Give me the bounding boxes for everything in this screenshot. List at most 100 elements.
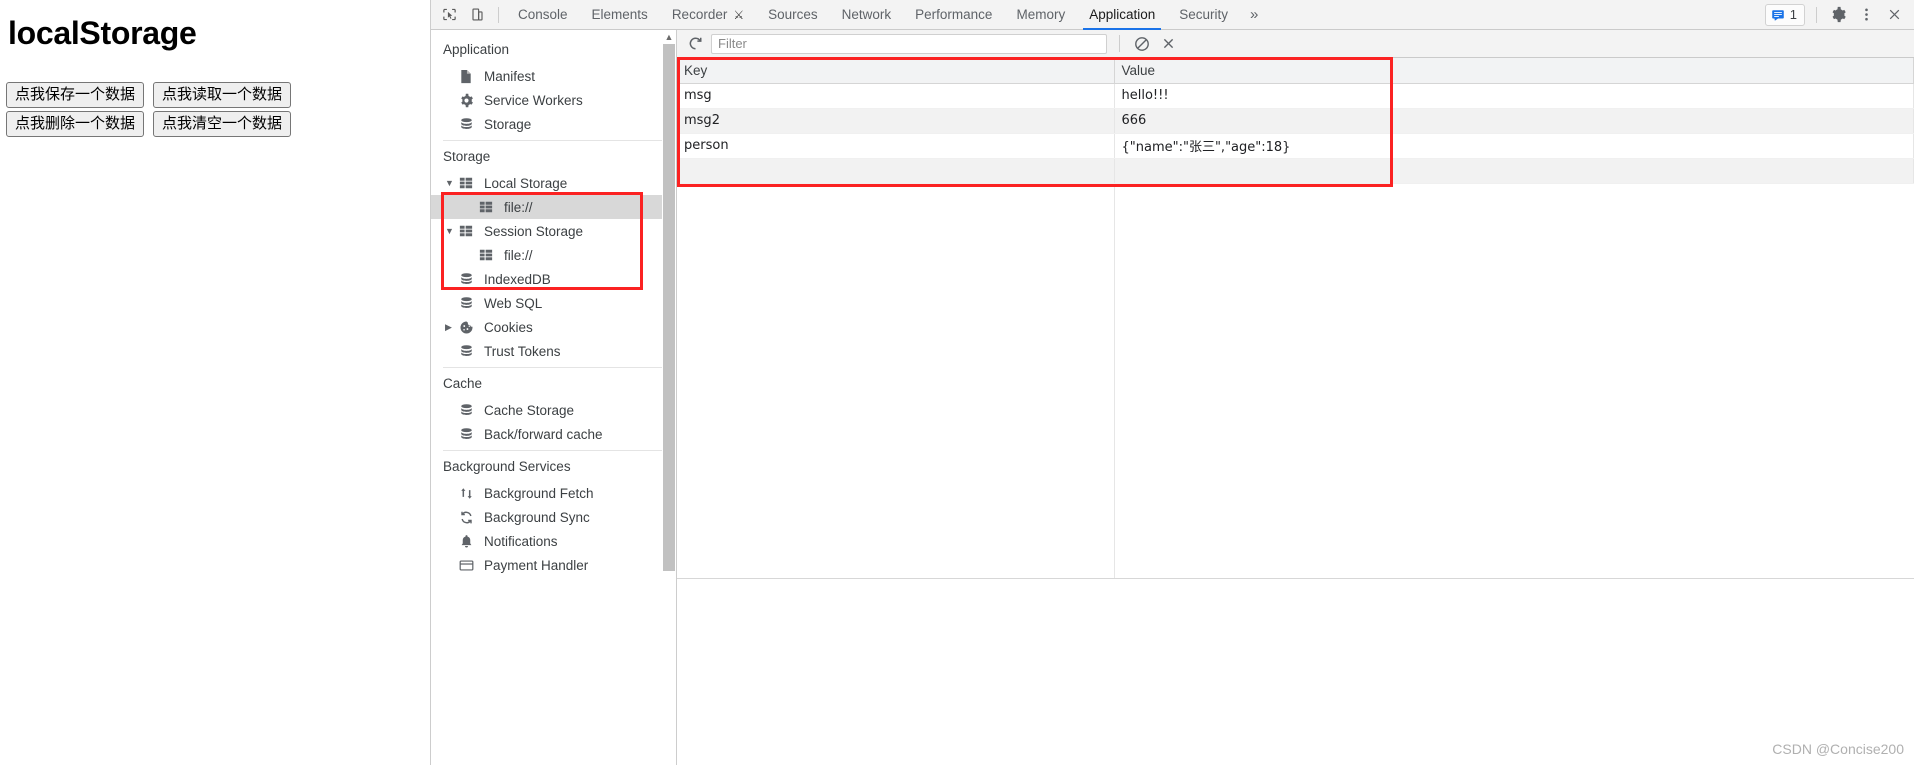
column-header-key[interactable]: Key (677, 58, 1115, 84)
toolbar-divider-2 (1816, 6, 1817, 23)
cell-value-empty[interactable] (1114, 158, 1914, 184)
sidebar-item-payment-handler[interactable]: Payment Handler (431, 553, 676, 577)
more-options-icon[interactable] (1852, 2, 1880, 28)
cell-key[interactable]: msg2 (677, 108, 1115, 134)
save-data-button[interactable]: 点我保存一个数据 (6, 82, 145, 108)
sidebar-item-indexeddb[interactable]: IndexedDB (431, 267, 676, 291)
clear-data-button[interactable]: 点我清空一个数据 (153, 111, 292, 137)
sidebar-item-service-workers[interactable]: Service Workers (431, 88, 676, 112)
table-row-empty[interactable] (677, 158, 1914, 184)
delete-data-button[interactable]: 点我删除一个数据 (6, 111, 145, 137)
devtools-body: Application Manifest Service Workers Sto… (431, 30, 1914, 765)
sidebar-item-web-sql[interactable]: Web SQL (431, 291, 676, 315)
sidebar-item-label: Service Workers (484, 92, 583, 108)
cell-value[interactable]: 666 (1114, 108, 1914, 134)
table-grid-icon (479, 200, 497, 214)
filter-input[interactable] (711, 33, 1107, 54)
sidebar-item-storage[interactable]: Storage (431, 112, 676, 136)
tab-sources[interactable]: Sources (756, 0, 830, 30)
cookie-icon (459, 320, 477, 335)
table-empty-area (677, 183, 1914, 579)
cell-key[interactable]: msg (677, 83, 1115, 109)
column-header-value[interactable]: Value (1114, 58, 1914, 84)
cell-key-empty[interactable] (677, 158, 1115, 184)
tab-memory[interactable]: Memory (1004, 0, 1077, 30)
tab-security[interactable]: Security (1167, 0, 1240, 30)
sidebar-item-label: Back/forward cache (484, 426, 603, 442)
sidebar-item-label: Cookies (484, 319, 533, 335)
inspect-element-icon[interactable] (435, 2, 463, 28)
chevron-right-icon[interactable]: ▶ (445, 322, 457, 332)
sidebar-item-session-storage[interactable]: ▼ Session Storage (431, 219, 676, 243)
sidebar-item-trust-tokens[interactable]: Trust Tokens (431, 339, 676, 363)
scroll-up-arrow-icon[interactable]: ▲ (662, 30, 676, 44)
experiment-flask-icon: ⚔ (733, 7, 745, 22)
tab-elements[interactable]: Elements (580, 0, 660, 30)
delete-selected-icon[interactable] (1155, 33, 1181, 55)
sidebar-item-cache-storage[interactable]: Cache Storage (431, 398, 676, 422)
cell-value[interactable]: hello!!! (1114, 83, 1914, 109)
tab-console[interactable]: Console (506, 0, 580, 30)
tab-application-label: Application (1089, 7, 1156, 22)
gear-icon (459, 93, 477, 108)
devtools-tabbar: Console Elements Recorder ⚔ Sources Netw… (431, 0, 1914, 30)
tab-sources-label: Sources (768, 7, 818, 22)
cell-value[interactable]: {"name":"张三","age":18} (1114, 133, 1914, 159)
database-icon (459, 427, 477, 442)
tab-performance-label: Performance (915, 7, 993, 22)
sidebar-item-label: IndexedDB (484, 271, 551, 287)
sidebar-item-notifications[interactable]: Notifications (431, 529, 676, 553)
watermark: CSDN @Concise200 (1772, 741, 1904, 757)
tab-performance[interactable]: Performance (903, 0, 1004, 30)
tab-recorder[interactable]: Recorder ⚔ (660, 0, 756, 30)
clear-icon[interactable] (1129, 33, 1155, 55)
scrollbar-thumb[interactable] (663, 44, 675, 571)
storage-main-panel: Key Value msg hello!!! msg2 666 (677, 30, 1914, 765)
sidebar-item-label: Web SQL (484, 295, 543, 311)
device-toolbar-icon[interactable] (463, 2, 491, 28)
web-page-pane: localStorage 点我保存一个数据 点我读取一个数据 点我删除一个数据 … (0, 0, 430, 765)
read-data-button[interactable]: 点我读取一个数据 (153, 82, 292, 108)
sidebar-item-background-fetch[interactable]: Background Fetch (431, 481, 676, 505)
table-row[interactable]: msg2 666 (677, 108, 1914, 134)
sidebar-item-label: Background Sync (484, 509, 590, 525)
cell-key[interactable]: person (677, 133, 1115, 159)
close-devtools-icon[interactable] (1880, 2, 1908, 28)
sidebar-item-label: file:// (504, 199, 533, 215)
table-row[interactable]: person {"name":"张三","age":18} (677, 133, 1914, 159)
page-title: localStorage (8, 15, 197, 51)
database-icon (459, 272, 477, 287)
tab-network[interactable]: Network (830, 0, 904, 30)
table-row[interactable]: msg hello!!! (677, 83, 1914, 109)
table-bottom-border (677, 577, 1914, 579)
document-icon (459, 69, 477, 84)
storage-table: Key Value msg hello!!! msg2 666 person {… (677, 58, 1914, 184)
more-tabs-icon[interactable]: » (1240, 6, 1268, 23)
sidebar-item-back-forward-cache[interactable]: Back/forward cache (431, 422, 676, 446)
settings-gear-icon[interactable] (1824, 2, 1852, 28)
application-sidebar: Application Manifest Service Workers Sto… (431, 30, 677, 765)
sidebar-item-local-storage-origin[interactable]: file:// (431, 195, 676, 219)
refresh-icon[interactable] (683, 33, 707, 55)
chevron-down-icon[interactable]: ▼ (445, 178, 457, 188)
tab-application[interactable]: Application (1077, 0, 1167, 30)
tab-network-label: Network (841, 7, 892, 22)
sidebar-item-label: Manifest (484, 68, 536, 84)
sidebar-item-local-storage[interactable]: ▼ Local Storage (431, 171, 676, 195)
sidebar-scrollbar[interactable]: ▲ (662, 30, 676, 765)
sidebar-item-background-sync[interactable]: Background Sync (431, 505, 676, 529)
tab-elements-label: Elements (591, 7, 648, 22)
tab-security-label: Security (1179, 7, 1229, 22)
sidebar-item-session-storage-origin[interactable]: file:// (431, 243, 676, 267)
issues-badge[interactable]: 1 (1764, 3, 1805, 26)
filter-toolbar-divider (1119, 35, 1120, 52)
chevron-down-icon[interactable]: ▼ (445, 226, 457, 236)
sidebar-item-cookies[interactable]: ▶ Cookies (431, 315, 676, 339)
sidebar-item-manifest[interactable]: Manifest (431, 64, 676, 88)
updown-arrows-icon (459, 486, 477, 501)
column-divider (1114, 183, 1115, 579)
database-icon (459, 296, 477, 311)
sidebar-item-label: Trust Tokens (484, 343, 561, 359)
sidebar-item-label: Notifications (484, 533, 558, 549)
sidebar-scroll-content: Application Manifest Service Workers Sto… (431, 30, 676, 765)
